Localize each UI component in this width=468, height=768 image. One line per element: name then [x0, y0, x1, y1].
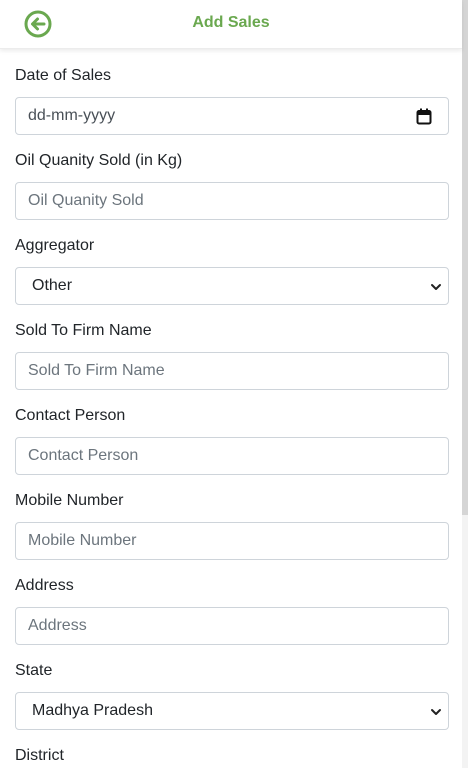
firm-name-label: Sold To Firm Name — [15, 322, 152, 339]
scrollbar-thumb[interactable] — [462, 0, 468, 515]
state-label: State — [15, 662, 53, 679]
app-header: Add Sales — [0, 0, 462, 49]
oil-quantity-label: Oil Quanity Sold (in Kg) — [15, 152, 183, 169]
address-input[interactable]: Address — [15, 607, 449, 645]
chevron-down-icon — [431, 284, 441, 290]
aggregator-label: Aggregator — [15, 237, 95, 254]
district-label: District — [15, 747, 64, 764]
field-contact-person: Contact Person Contact Person — [15, 406, 449, 475]
sales-form: Date of Sales dd-mm-yyyy Oil Quanity Sol… — [15, 50, 449, 768]
address-label: Address — [15, 577, 74, 594]
firm-name-input[interactable]: Sold To Firm Name — [15, 352, 449, 390]
chevron-down-icon — [431, 709, 441, 715]
contact-person-placeholder: Contact Person — [28, 447, 139, 464]
scrollbar[interactable] — [462, 0, 468, 768]
field-district: District — [15, 746, 449, 766]
mobile-number-label: Mobile Number — [15, 492, 124, 509]
field-mobile-number: Mobile Number Mobile Number — [15, 491, 449, 560]
field-state: State Madhya Pradesh — [15, 661, 449, 730]
calendar-icon[interactable] — [416, 108, 432, 125]
state-select[interactable]: Madhya Pradesh — [15, 692, 449, 730]
field-date-of-sales: Date of Sales dd-mm-yyyy — [15, 66, 449, 135]
contact-person-input[interactable]: Contact Person — [15, 437, 449, 475]
mobile-number-placeholder: Mobile Number — [28, 532, 137, 549]
oil-quantity-input[interactable]: Oil Quanity Sold — [15, 182, 449, 220]
address-placeholder: Address — [28, 617, 87, 634]
oil-quantity-placeholder: Oil Quanity Sold — [28, 192, 144, 209]
date-of-sales-label: Date of Sales — [15, 67, 112, 84]
aggregator-selected-value: Other — [32, 277, 73, 294]
aggregator-select[interactable]: Other — [15, 267, 449, 305]
state-selected-value: Madhya Pradesh — [32, 702, 153, 719]
page-title: Add Sales — [192, 14, 270, 31]
field-address: Address Address — [15, 576, 449, 645]
field-oil-quantity: Oil Quanity Sold (in Kg) Oil Quanity Sol… — [15, 151, 449, 220]
field-firm-name: Sold To Firm Name Sold To Firm Name — [15, 321, 449, 390]
firm-name-placeholder: Sold To Firm Name — [28, 362, 165, 379]
add-sales-screen: Add Sales Date of Sales dd-mm-yyyy Oil Q… — [0, 0, 468, 768]
date-of-sales-placeholder: dd-mm-yyyy — [28, 107, 116, 124]
contact-person-label: Contact Person — [15, 407, 126, 424]
mobile-number-input[interactable]: Mobile Number — [15, 522, 449, 560]
field-aggregator: Aggregator Other — [15, 236, 449, 305]
date-of-sales-input[interactable]: dd-mm-yyyy — [15, 97, 449, 135]
